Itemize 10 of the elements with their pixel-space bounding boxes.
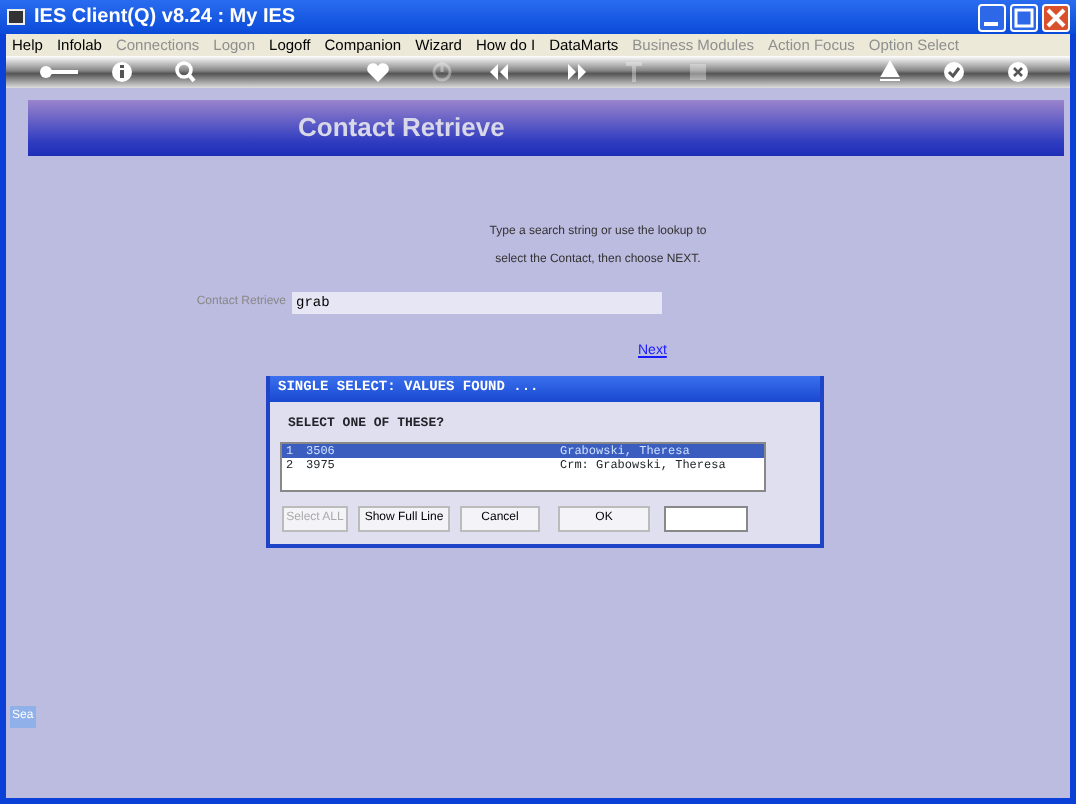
minimize-icon (983, 22, 997, 26)
dialog-input-field[interactable] (664, 506, 748, 533)
key-icon[interactable] (34, 60, 82, 84)
maximize-button[interactable] (1010, 3, 1038, 31)
close-button[interactable] (1042, 3, 1070, 31)
page-title: Contact Retrieve (298, 110, 505, 147)
window-title: IES Client(Q) v8.24 : My IES (34, 4, 296, 32)
minimize-button[interactable] (978, 3, 1006, 31)
close-icon (1044, 5, 1068, 29)
maximize-icon (1012, 5, 1036, 29)
